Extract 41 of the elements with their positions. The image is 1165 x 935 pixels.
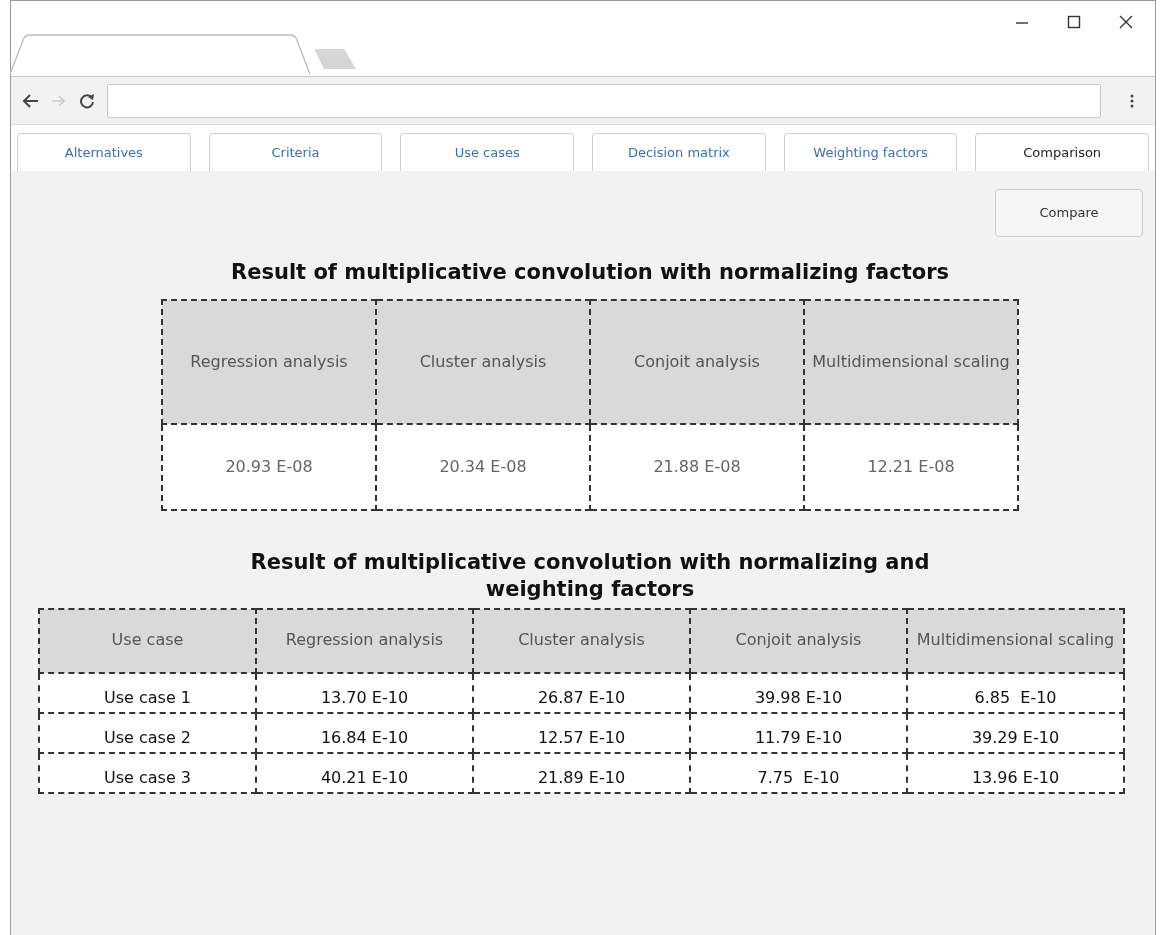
table-cell: 13.70 E-10: [256, 672, 473, 713]
table-cell: 16.84 E-10: [256, 712, 473, 753]
tab[interactable]: Comparison: [975, 133, 1150, 171]
table-cell: 26.87 E-10: [473, 672, 690, 713]
table-cell: Use case 1: [39, 672, 256, 713]
column-header: Cluster analysis: [473, 608, 690, 673]
column-header: Cluster analysis: [376, 300, 590, 425]
tab[interactable]: Decision matrix: [592, 133, 766, 171]
table-cell: Use case 2: [39, 712, 256, 753]
table-cell: 39.29 E-10: [907, 712, 1124, 753]
column-header: Conjoit analysis: [690, 608, 907, 673]
table-cell: 12.57 E-10: [473, 712, 690, 753]
table-cell: 20.34 E-08: [376, 424, 590, 511]
reload-icon[interactable]: [79, 92, 95, 109]
column-header: Multidimensional scaling: [804, 300, 1018, 425]
table-cell: 13.96 E-10: [907, 752, 1124, 793]
table-title: Result of multiplicative convolution with normalizing factors: [230, 259, 950, 286]
table-cell: 11.79 E-10: [690, 712, 907, 753]
close-icon[interactable]: [1119, 15, 1133, 29]
tab[interactable]: Weighting factors: [783, 133, 958, 171]
tab[interactable]: Use cases: [400, 133, 574, 171]
table-cell: 21.89 E-10: [473, 752, 690, 793]
table-title: Result of multiplicative convolution with normalizing and weighting factors: [249, 549, 931, 602]
tab[interactable]: Alternatives: [17, 133, 191, 171]
table-cell: 6.85 E-10: [907, 672, 1124, 713]
column-header: Use case: [39, 608, 256, 673]
column-header: Regression analysis: [162, 300, 376, 425]
table-cell: 20.93 E-08: [162, 424, 376, 511]
maximize-icon[interactable]: [1067, 15, 1081, 29]
table-cell: 40.21 E-10: [256, 752, 473, 793]
column-header: Regression analysis: [256, 608, 473, 673]
table-cell: 39.98 E-10: [690, 672, 907, 713]
table-cell: 12.21 E-08: [804, 424, 1018, 511]
table-cell: Use case 3: [39, 752, 256, 793]
back-arrow-icon[interactable]: [21, 92, 39, 109]
tab[interactable]: Criteria: [208, 133, 383, 171]
compare-button[interactable]: Compare: [995, 189, 1143, 237]
column-header: Conjoit analysis: [590, 300, 804, 425]
table-cell: 21.88 E-08: [590, 424, 804, 511]
column-header: Multidimensional scaling: [907, 608, 1124, 673]
table-cell: 7.75 E-10: [690, 752, 907, 793]
